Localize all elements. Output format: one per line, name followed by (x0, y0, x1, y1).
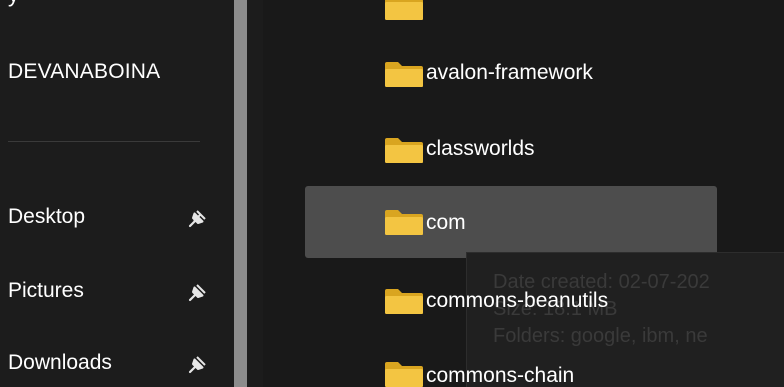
pane-splitter[interactable] (234, 0, 247, 387)
sidebar-divider (8, 141, 200, 142)
folder-icon (385, 62, 423, 87)
sidebar-partial-item: y (8, 0, 19, 8)
folder-name: avalon-framework (426, 61, 593, 84)
folder-icon (385, 210, 423, 235)
pin-icon[interactable] (188, 282, 208, 302)
folder-row-partial[interactable] (305, 0, 717, 36)
sidebar-item-pictures[interactable]: Pictures (0, 266, 232, 316)
sidebar-item-label: Pictures (8, 279, 84, 302)
folder-name: commons-beanutils (426, 289, 609, 312)
folder-icon (385, 362, 423, 387)
sidebar-item-downloads[interactable]: Downloads (0, 338, 232, 387)
sidebar-item-label: Downloads (8, 351, 112, 374)
folder-row[interactable]: commons-beanutils (305, 266, 717, 338)
sidebar-item-label: Desktop (8, 205, 86, 228)
folder-name: classworlds (426, 137, 535, 160)
folder-name: commons-chain (426, 364, 575, 387)
folder-row[interactable]: commons-chain (305, 337, 717, 387)
pin-icon[interactable] (188, 354, 208, 374)
folder-icon (385, 0, 423, 20)
folder-row-selected[interactable]: com (305, 186, 717, 258)
navigation-pane: y DEVANABOINA Desktop Pictures Downloads (0, 0, 232, 387)
folder-row[interactable]: avalon-framework (305, 38, 717, 110)
file-explorer-window: y DEVANABOINA Desktop Pictures Downloads (0, 0, 784, 387)
folder-icon (385, 289, 423, 314)
folder-row[interactable]: classworlds (305, 114, 717, 186)
pin-icon[interactable] (188, 208, 208, 228)
account-item[interactable]: DEVANABOINA (8, 60, 160, 84)
sidebar-item-desktop[interactable]: Desktop (0, 192, 232, 242)
folder-name: com (426, 211, 466, 234)
folder-icon (385, 138, 423, 163)
splitter-gap (247, 0, 263, 387)
